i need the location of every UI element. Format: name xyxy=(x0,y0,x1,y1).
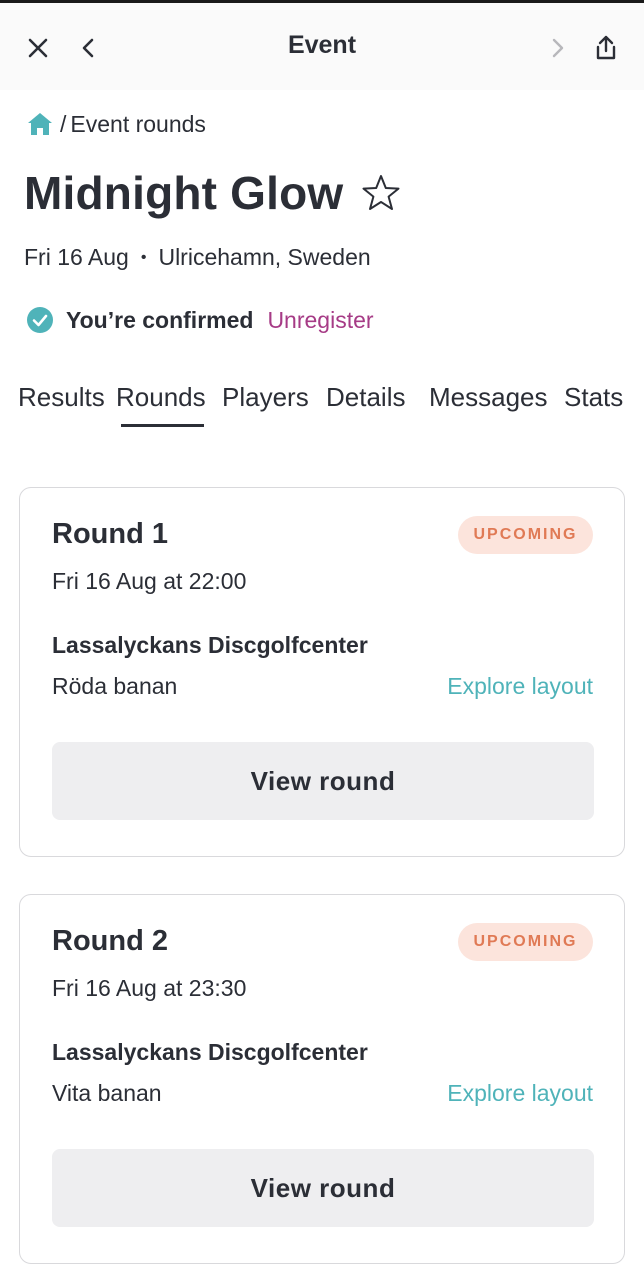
round-datetime: Fri 16 Aug at 22:00 xyxy=(52,568,247,594)
course-name: Lassalyckans Discgolfcenter xyxy=(52,632,368,658)
explore-layout-link[interactable]: Explore layout xyxy=(447,673,593,700)
tab-players[interactable]: Players xyxy=(222,382,309,413)
course-name: Lassalyckans Discgolfcenter xyxy=(52,1039,368,1065)
view-round-button[interactable]: View round xyxy=(52,1149,594,1227)
breadcrumb-separator: / xyxy=(60,110,67,137)
layout-name: Vita banan xyxy=(52,1080,162,1106)
round-card: Round 1 UPCOMING Fri 16 Aug at 22:00 Las… xyxy=(19,487,625,857)
event-meta: Fri 16 Aug • Ulricehamn, Sweden xyxy=(24,244,371,271)
breadcrumb-current: Event rounds xyxy=(70,110,206,137)
round-title: Round 2 xyxy=(52,925,168,957)
status-badge: UPCOMING xyxy=(458,923,593,961)
event-title: Midnight Glow xyxy=(24,167,344,219)
star-icon[interactable] xyxy=(361,173,401,213)
home-icon[interactable] xyxy=(26,110,54,138)
tab-rounds[interactable]: Rounds xyxy=(116,382,206,413)
tab-messages[interactable]: Messages xyxy=(429,382,548,413)
layout-name: Röda banan xyxy=(52,673,178,699)
tab-stats[interactable]: Stats xyxy=(564,382,623,413)
breadcrumb: / Event rounds xyxy=(26,108,206,140)
meta-separator: • xyxy=(140,248,147,266)
confirmed-label: You’re confirmed xyxy=(66,306,254,333)
tab-results[interactable]: Results xyxy=(18,382,105,413)
explore-layout-link[interactable]: Explore layout xyxy=(447,1080,593,1107)
tab-details[interactable]: Details xyxy=(326,382,405,413)
active-tab-indicator xyxy=(121,424,204,427)
event-date: Fri 16 Aug xyxy=(24,244,129,270)
unregister-link[interactable]: Unregister xyxy=(267,307,373,334)
round-datetime: Fri 16 Aug at 23:30 xyxy=(52,975,247,1001)
view-round-button[interactable]: View round xyxy=(52,742,594,820)
chevron-right-icon[interactable] xyxy=(542,33,572,63)
top-app-bar: Event xyxy=(0,3,644,90)
event-tabs: Results Rounds Players Details Messages … xyxy=(0,382,644,432)
event-location: Ulricehamn, Sweden xyxy=(158,244,371,270)
registration-status: You’re confirmed Unregister xyxy=(26,304,374,336)
round-card: Round 2 UPCOMING Fri 16 Aug at 23:30 Las… xyxy=(19,894,625,1264)
share-icon[interactable] xyxy=(591,33,621,63)
check-circle-icon xyxy=(26,306,54,334)
event-title-row: Midnight Glow xyxy=(24,166,401,220)
round-title: Round 1 xyxy=(52,518,168,550)
status-badge: UPCOMING xyxy=(458,516,593,554)
